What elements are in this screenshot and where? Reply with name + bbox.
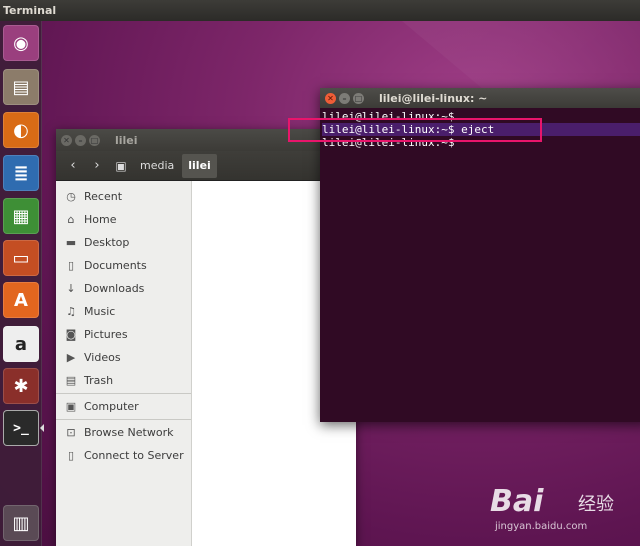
forward-button[interactable]: › xyxy=(86,155,108,177)
trash-icon[interactable]: ▥ xyxy=(3,505,39,541)
clock-icon: ◷ xyxy=(66,190,76,203)
sidebar-item-computer[interactable]: ▣ Computer xyxy=(56,395,191,418)
sidebar-item-home[interactable]: ⌂ Home xyxy=(56,208,191,231)
files-toolbar: ‹ › ▣ media lilei xyxy=(56,151,356,181)
terminal-icon[interactable]: >_ xyxy=(3,410,39,446)
camera-icon: ◙ xyxy=(65,328,77,341)
watermark-url: jingyan.baidu.com xyxy=(495,521,588,532)
system-settings-icon[interactable]: ✱ xyxy=(3,368,39,404)
files-sidebar: ◷ Recent ⌂ Home ▬ Desktop ▯ Documents ↓ … xyxy=(56,181,192,546)
window-title: lilei xyxy=(115,133,138,147)
running-indicator xyxy=(40,424,44,432)
files-window: ✕ – □ lilei ‹ › ▣ media lilei ◷ Recent ⌂… xyxy=(56,129,356,546)
maximize-button[interactable]: □ xyxy=(89,134,100,146)
trash-icon: ▤ xyxy=(65,374,77,387)
sidebar-item-trash[interactable]: ▤ Trash xyxy=(56,369,191,392)
maximize-button[interactable]: □ xyxy=(353,92,364,104)
sidebar-item-documents[interactable]: ▯ Documents xyxy=(56,254,191,277)
baidu-watermark: Bai 经验 jingyan.baidu.com xyxy=(490,476,640,546)
highlight-annotation xyxy=(288,118,542,142)
sidebar-divider xyxy=(56,393,191,394)
drive-icon[interactable]: ▣ xyxy=(110,155,132,177)
launcher: ◉ ▤ ◐ ≣ ▦ ▭ A a ✱ >_ ▥ xyxy=(0,21,44,546)
document-icon: ▯ xyxy=(67,259,75,272)
libreoffice-calc-icon[interactable]: ▦ xyxy=(3,198,39,234)
home-icon: ⌂ xyxy=(67,213,75,226)
terminal-titlebar: ✕ – □ lilei@lilei-linux: ~ xyxy=(320,88,640,108)
libreoffice-impress-icon[interactable]: ▭ xyxy=(3,240,39,276)
video-icon: ▶ xyxy=(66,351,76,364)
close-button[interactable]: ✕ xyxy=(325,92,336,104)
breadcrumb-media[interactable]: media xyxy=(134,154,180,178)
server-icon: ▯ xyxy=(67,449,75,462)
watermark-cn: 经验 xyxy=(578,494,614,515)
breadcrumb-lilei[interactable]: lilei xyxy=(182,153,217,178)
top-panel: Terminal xyxy=(0,0,640,21)
libreoffice-writer-icon[interactable]: ≣ xyxy=(3,155,39,191)
sidebar-divider xyxy=(56,419,191,420)
sidebar-item-videos[interactable]: ▶ Videos xyxy=(56,346,191,369)
close-button[interactable]: ✕ xyxy=(61,134,72,146)
window-title: lilei@lilei-linux: ~ xyxy=(379,91,488,105)
watermark-brand: Bai xyxy=(490,484,544,519)
sidebar-item-browse-network[interactable]: ⊡ Browse Network xyxy=(56,421,191,444)
sidebar-item-desktop[interactable]: ▬ Desktop xyxy=(56,231,191,254)
active-app-title: Terminal xyxy=(3,4,57,17)
firefox-icon[interactable]: ◐ xyxy=(3,112,39,148)
dash-home-icon[interactable]: ◉ xyxy=(3,25,39,61)
folder-icon: ▬ xyxy=(65,236,77,249)
download-icon: ↓ xyxy=(66,282,76,295)
back-button[interactable]: ‹ xyxy=(62,155,84,177)
sidebar-item-connect-to-server[interactable]: ▯ Connect to Server xyxy=(56,444,191,467)
minimize-button[interactable]: – xyxy=(75,134,86,146)
sidebar-item-recent[interactable]: ◷ Recent xyxy=(56,185,191,208)
files-icon[interactable]: ▤ xyxy=(3,69,39,105)
sidebar-item-pictures[interactable]: ◙ Pictures xyxy=(56,323,191,346)
network-icon: ⊡ xyxy=(66,426,76,439)
sidebar-item-music[interactable]: ♫ Music xyxy=(56,300,191,323)
sidebar-item-downloads[interactable]: ↓ Downloads xyxy=(56,277,191,300)
ubuntu-software-icon[interactable]: A xyxy=(3,282,39,318)
amazon-icon[interactable]: a xyxy=(3,326,39,362)
computer-icon: ▣ xyxy=(65,400,77,413)
music-icon: ♫ xyxy=(66,305,76,318)
minimize-button[interactable]: – xyxy=(339,92,350,104)
